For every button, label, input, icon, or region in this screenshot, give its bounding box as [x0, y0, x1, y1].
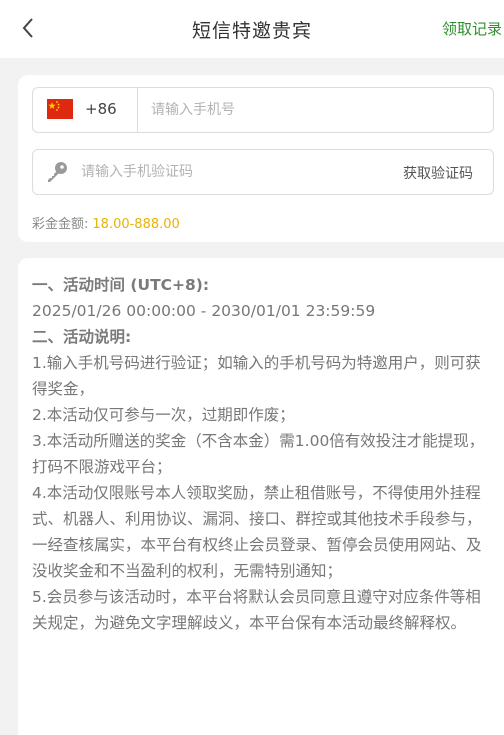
bonus-label: 彩金金额:: [32, 217, 89, 232]
rule-item: 3.本活动所赠送的奖金（不含本金）需1.00倍有效投注才能提现，打码不限游戏平台…: [32, 432, 485, 476]
top-bar: 短信特邀贵宾 领取记录: [0, 0, 504, 58]
chevron-left-icon: [22, 18, 33, 38]
rule-item: 5.会员参与该活动时，本平台将默认会员同意且遵守对应条件等相关规定，为避免文字理…: [32, 588, 481, 632]
description-heading: 二、活动说明:: [32, 328, 132, 346]
phone-field: +86: [32, 87, 494, 133]
phone-input[interactable]: [151, 88, 481, 132]
back-button[interactable]: [14, 14, 42, 42]
rule-item: 1.输入手机号码进行验证；如输入的手机号码为特邀用户，则可获得奖金，: [32, 354, 481, 398]
verification-code-input[interactable]: [81, 150, 381, 194]
bonus-value: 18.00-888.00: [92, 217, 180, 232]
activity-rules: 一、活动时间 (UTC+8): 2025/01/26 00:00:00 - 20…: [18, 258, 504, 735]
china-flag-icon[interactable]: [47, 99, 73, 119]
verification-form: +86 获取验证码 彩金金额:18.00-888.00: [18, 75, 504, 242]
rule-item: 4.本活动仅限账号本人领取奖励，禁止租借账号，不得使用外挂程式、机器人、利用协议…: [32, 484, 482, 580]
time-range: 2025/01/26 00:00:00 - 2030/01/01 23:59:5…: [32, 302, 376, 320]
rule-item: 2.本活动仅可参与一次，过期即作废；: [32, 406, 295, 424]
country-code-selector[interactable]: +86: [85, 100, 117, 118]
divider: [137, 88, 138, 132]
time-heading: 一、活动时间 (UTC+8):: [32, 276, 210, 294]
claim-records-link[interactable]: 领取记录: [442, 18, 502, 39]
code-field: 获取验证码: [32, 149, 494, 195]
bonus-amount: 彩金金额: 18.00-888.00: [32, 213, 180, 232]
key-icon: [48, 162, 67, 182]
page-title: 短信特邀贵宾: [191, 19, 312, 42]
get-code-button[interactable]: 获取验证码: [403, 163, 473, 183]
